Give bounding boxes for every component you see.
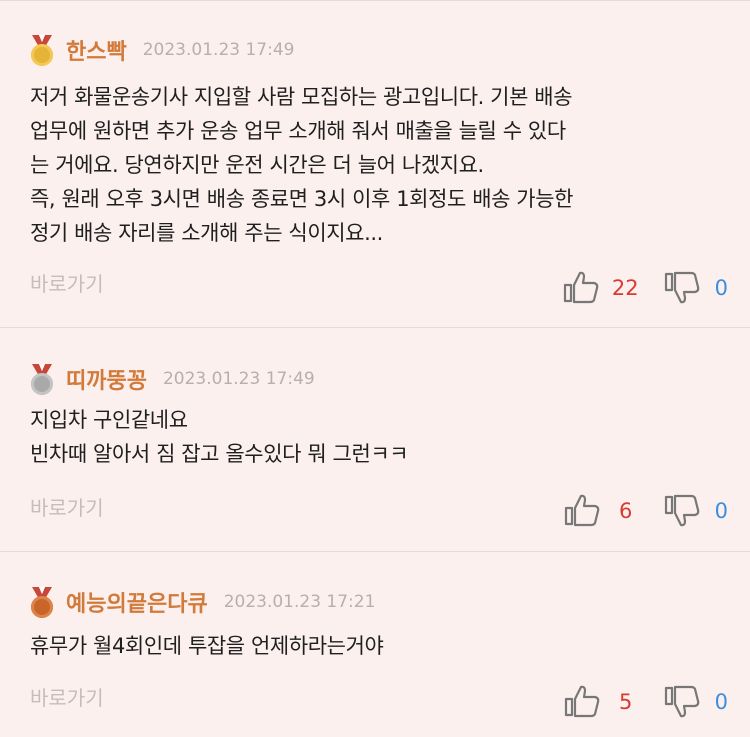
like-count: 5 (618, 690, 633, 714)
thumbs-up-icon[interactable] (563, 492, 601, 530)
thumbs-down-icon[interactable] (663, 269, 701, 307)
silver-medal-icon (30, 364, 54, 395)
comment-item: 예능의끝은다큐 2023.01.23 17:21 휴무가 월4회인데 투잡을 언… (0, 552, 750, 737)
comment-line: 지입차 구인같네요 (30, 408, 188, 432)
comment-date: 2023.01.23 17:49 (162, 369, 315, 389)
comment-item: 한스빡 2023.01.23 17:49 저거 화물운송기사 지입할 사람 모집… (0, 0, 750, 328)
comment-header: 한스빡 2023.01.23 17:49 (30, 34, 294, 66)
comment-text: 휴무가 월4회인데 투잡을 언제하라는거야 (30, 629, 730, 663)
comment-line: 빈차때 알아서 짐 잡고 올수있다 뭐 그런ㅋㅋ (30, 442, 409, 466)
comment-list: 한스빡 2023.01.23 17:49 저거 화물운송기사 지입할 사람 모집… (0, 0, 750, 737)
thumbs-down-icon[interactable] (663, 683, 701, 721)
goto-link[interactable]: 바로가기 (30, 492, 104, 521)
comment-line: 휴무가 월4회인데 투잡을 언제하라는거야 (30, 634, 384, 658)
comment-line: 정기 배송 자리를 소개해 주는 식이지요... (30, 221, 383, 245)
comment-line: 저거 화물운송기사 지입할 사람 모집하는 광고입니다. 기본 배송 (30, 85, 573, 109)
nickname[interactable]: 한스빡 (66, 34, 127, 66)
comment-date: 2023.01.23 17:49 (142, 40, 295, 60)
dislike-count: 0 (714, 690, 728, 714)
thumbs-down-icon[interactable] (663, 492, 701, 530)
vote-bar: 22 0 (562, 269, 728, 307)
dislike-count: 0 (714, 499, 728, 523)
thumbs-up-icon[interactable] (562, 269, 600, 307)
dislike-count: 0 (714, 276, 728, 300)
comment-text: 저거 화물운송기사 지입할 사람 모집하는 광고입니다. 기본 배송 업무에 원… (30, 80, 730, 250)
comment-item: 띠까뚱꽁 2023.01.23 17:49 지입차 구인같네요 빈차때 알아서 … (0, 328, 750, 552)
comment-date: 2023.01.23 17:21 (223, 592, 376, 612)
comment-line: 즉, 원래 오후 3시면 배송 종료면 3시 이후 1회정도 배송 가능한 (30, 187, 574, 211)
nickname[interactable]: 예능의끝은다큐 (66, 586, 208, 618)
comment-line: 는 거에요. 당연하지만 운전 시간은 더 늘어 나겠지요. (30, 153, 484, 177)
comment-text: 지입차 구인같네요 빈차때 알아서 짐 잡고 올수있다 뭐 그런ㅋㅋ (30, 403, 730, 471)
comment-line: 업무에 원하면 추가 운송 업무 소개해 줘서 매출을 늘릴 수 있다 (30, 119, 566, 143)
comment-header: 띠까뚱꽁 2023.01.23 17:49 (30, 363, 315, 395)
gold-medal-icon (30, 35, 54, 66)
nickname[interactable]: 띠까뚱꽁 (66, 363, 147, 395)
goto-link[interactable]: 바로가기 (30, 268, 104, 297)
vote-bar: 6 0 (563, 492, 728, 530)
comment-header: 예능의끝은다큐 2023.01.23 17:21 (30, 586, 375, 618)
like-count: 6 (618, 499, 633, 523)
bronze-medal-icon (30, 587, 54, 618)
thumbs-up-icon[interactable] (563, 683, 601, 721)
like-count: 22 (611, 276, 639, 300)
vote-bar: 5 0 (563, 683, 728, 721)
goto-link[interactable]: 바로가기 (30, 682, 104, 711)
